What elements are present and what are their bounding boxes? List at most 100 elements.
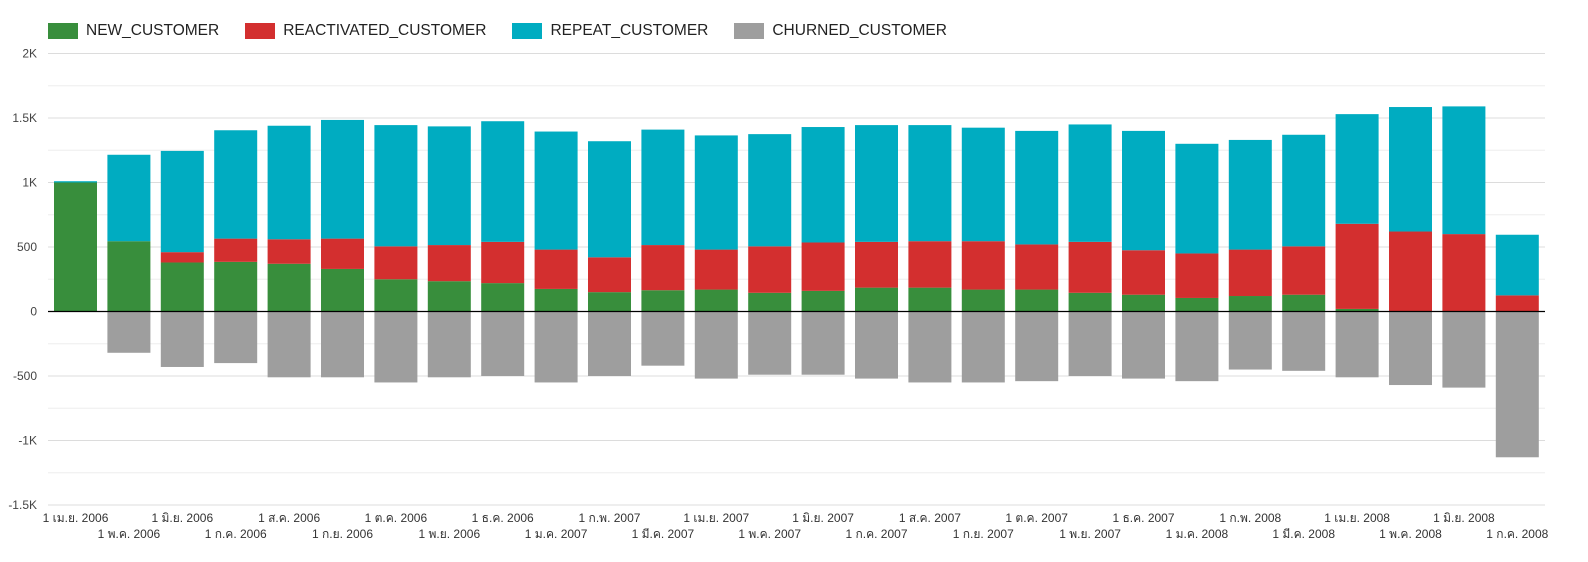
bar-churned-customer[interactable]	[1068, 311, 1112, 377]
bar-repeat-customer[interactable]	[1122, 130, 1165, 251]
bar-new-customer[interactable]	[1175, 297, 1219, 312]
bar-new-customer[interactable]	[1122, 294, 1165, 312]
bar-churned-customer[interactable]	[1442, 311, 1486, 388]
bar-reactivated-customer[interactable]	[641, 245, 685, 291]
bar-repeat-customer[interactable]	[801, 127, 845, 243]
bar-new-customer[interactable]	[427, 281, 471, 312]
bar-churned-customer[interactable]	[427, 311, 471, 378]
bar-repeat-customer[interactable]	[588, 141, 631, 258]
bar-repeat-customer[interactable]	[694, 135, 738, 250]
bar-reactivated-customer[interactable]	[214, 238, 258, 262]
bar-churned-customer[interactable]	[1335, 311, 1379, 378]
bar-reactivated-customer[interactable]	[1122, 250, 1165, 295]
bar-new-customer[interactable]	[374, 279, 418, 312]
bar-reactivated-customer[interactable]	[1389, 231, 1432, 312]
bar-repeat-customer[interactable]	[641, 129, 685, 246]
bar-repeat-customer[interactable]	[908, 125, 952, 242]
bar-new-customer[interactable]	[801, 290, 845, 312]
bar-new-customer[interactable]	[1228, 296, 1272, 312]
bar-new-customer[interactable]	[588, 292, 631, 312]
bar-reactivated-customer[interactable]	[694, 249, 738, 290]
bar-reactivated-customer[interactable]	[267, 239, 311, 264]
bar-reactivated-customer[interactable]	[160, 252, 204, 263]
bar-new-customer[interactable]	[160, 262, 204, 312]
bar-reactivated-customer[interactable]	[1335, 223, 1379, 309]
bar-new-customer[interactable]	[214, 261, 258, 312]
bar-new-customer[interactable]	[855, 287, 898, 312]
bar-reactivated-customer[interactable]	[801, 242, 845, 291]
bar-new-customer[interactable]	[908, 287, 952, 312]
bar-churned-customer[interactable]	[534, 311, 578, 383]
bar-reactivated-customer[interactable]	[374, 246, 418, 280]
bar-reactivated-customer[interactable]	[427, 245, 471, 282]
bar-churned-customer[interactable]	[1495, 311, 1539, 458]
bar-new-customer[interactable]	[481, 283, 525, 312]
bar-repeat-customer[interactable]	[374, 125, 418, 247]
bar-churned-customer[interactable]	[160, 311, 204, 367]
bar-reactivated-customer[interactable]	[855, 241, 898, 288]
bar-churned-customer[interactable]	[481, 311, 525, 377]
bar-reactivated-customer[interactable]	[1175, 253, 1219, 298]
bar-new-customer[interactable]	[694, 289, 738, 312]
bar-repeat-customer[interactable]	[427, 126, 471, 246]
bar-reactivated-customer[interactable]	[481, 241, 525, 284]
bar-repeat-customer[interactable]	[961, 127, 1005, 242]
bar-reactivated-customer[interactable]	[908, 241, 952, 288]
bar-repeat-customer[interactable]	[54, 181, 97, 183]
bar-churned-customer[interactable]	[1228, 311, 1272, 370]
bar-repeat-customer[interactable]	[107, 154, 151, 242]
bar-churned-customer[interactable]	[801, 311, 845, 375]
bar-new-customer[interactable]	[107, 241, 151, 312]
bar-new-customer[interactable]	[1282, 294, 1326, 312]
bar-repeat-customer[interactable]	[748, 134, 792, 247]
bar-churned-customer[interactable]	[961, 311, 1005, 383]
bar-churned-customer[interactable]	[1389, 311, 1432, 386]
bar-new-customer[interactable]	[54, 182, 97, 312]
bar-reactivated-customer[interactable]	[588, 257, 631, 293]
bar-churned-customer[interactable]	[214, 311, 258, 364]
bar-churned-customer[interactable]	[321, 311, 364, 378]
bar-repeat-customer[interactable]	[855, 125, 898, 242]
bar-churned-customer[interactable]	[107, 311, 151, 353]
bar-new-customer[interactable]	[1015, 289, 1059, 312]
bar-churned-customer[interactable]	[1015, 311, 1059, 382]
bar-repeat-customer[interactable]	[1282, 134, 1326, 247]
bar-churned-customer[interactable]	[267, 311, 311, 378]
bar-repeat-customer[interactable]	[1228, 139, 1272, 250]
bar-reactivated-customer[interactable]	[1068, 241, 1112, 293]
bar-reactivated-customer[interactable]	[961, 241, 1005, 290]
bar-reactivated-customer[interactable]	[748, 246, 792, 293]
bar-reactivated-customer[interactable]	[1228, 249, 1272, 297]
bar-repeat-customer[interactable]	[1389, 107, 1432, 232]
bar-repeat-customer[interactable]	[267, 125, 311, 240]
bar-churned-customer[interactable]	[588, 311, 631, 377]
bar-churned-customer[interactable]	[908, 311, 952, 383]
bar-churned-customer[interactable]	[1122, 311, 1165, 379]
bar-repeat-customer[interactable]	[1335, 114, 1379, 224]
bar-new-customer[interactable]	[748, 292, 792, 312]
bar-repeat-customer[interactable]	[534, 131, 578, 250]
bar-churned-customer[interactable]	[1175, 311, 1219, 382]
bar-new-customer[interactable]	[534, 288, 578, 312]
bar-repeat-customer[interactable]	[1015, 130, 1059, 245]
bar-repeat-customer[interactable]	[160, 150, 204, 253]
bar-reactivated-customer[interactable]	[321, 238, 364, 269]
bar-repeat-customer[interactable]	[1442, 106, 1486, 235]
bar-churned-customer[interactable]	[694, 311, 738, 379]
bar-churned-customer[interactable]	[855, 311, 898, 379]
bar-churned-customer[interactable]	[641, 311, 685, 366]
bar-repeat-customer[interactable]	[1175, 143, 1219, 254]
bar-repeat-customer[interactable]	[1068, 124, 1112, 242]
bar-churned-customer[interactable]	[374, 311, 418, 383]
bar-churned-customer[interactable]	[1282, 311, 1326, 371]
bar-repeat-customer[interactable]	[481, 121, 525, 242]
bar-reactivated-customer[interactable]	[1282, 246, 1326, 295]
bar-new-customer[interactable]	[321, 268, 364, 312]
bar-new-customer[interactable]	[1068, 292, 1112, 312]
bar-churned-customer[interactable]	[748, 311, 792, 375]
bar-reactivated-customer[interactable]	[534, 249, 578, 289]
bar-reactivated-customer[interactable]	[1015, 244, 1059, 290]
bar-new-customer[interactable]	[267, 263, 311, 312]
bar-reactivated-customer[interactable]	[1495, 295, 1539, 312]
bar-reactivated-customer[interactable]	[1442, 234, 1486, 312]
